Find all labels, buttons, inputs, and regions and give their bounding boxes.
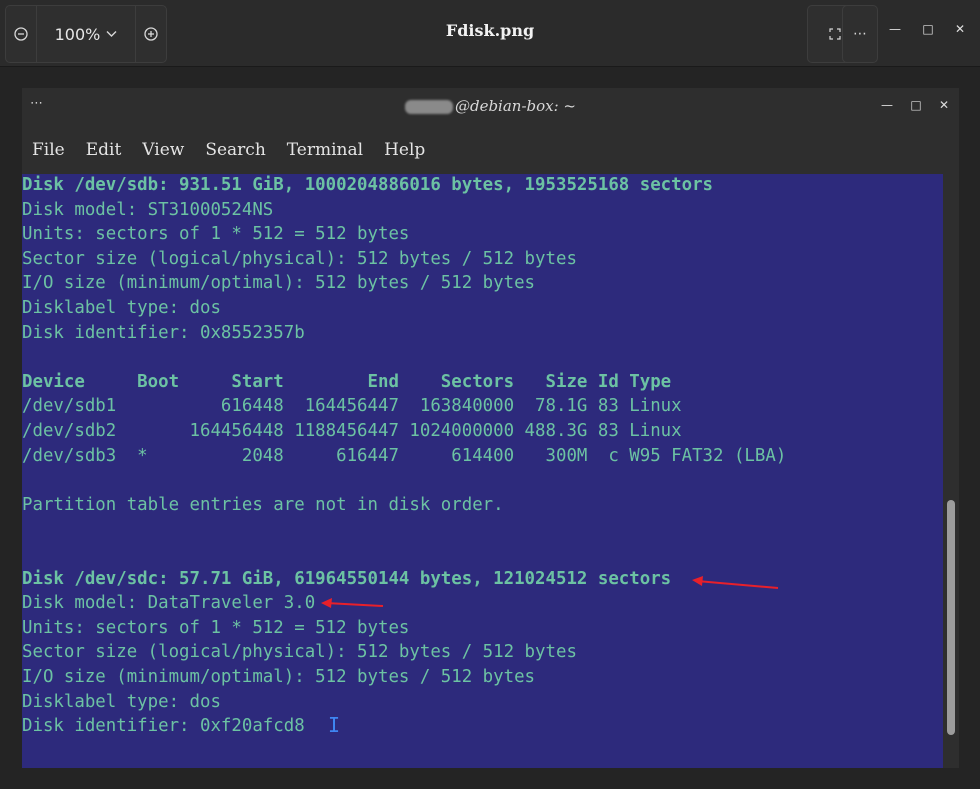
terminal-output: Disk /dev/sdb: 931.51 GiB, 1000204886016… [22, 174, 943, 768]
terminal-scrollbar-thumb [947, 500, 955, 735]
terminal-line: Disklabel type: dos [22, 691, 221, 712]
terminal-maximize-icon: □ [910, 98, 922, 112]
terminal-line: Disk identifier: 0x8552357b [22, 322, 305, 343]
redacted-username [404, 100, 453, 114]
viewer-header-bar: 100% Fdisk.png ⋯ — □ ✕ [0, 0, 980, 67]
terminal-line: Sector size (logical/physical): 512 byte… [22, 248, 577, 269]
terminal-line: Disk model: ST31000524NS [22, 199, 274, 220]
terminal-title-text: @debian-box: ~ [454, 97, 577, 115]
terminal-line: Units: sectors of 1 * 512 = 512 bytes [22, 224, 410, 245]
terminal-line: Units: sectors of 1 * 512 = 512 bytes [22, 617, 410, 638]
menu-help: Help [384, 140, 426, 160]
menu-file: File [32, 140, 65, 160]
maximize-button[interactable]: □ [918, 22, 938, 36]
terminal-line: /dev/sdb2 164456448 1188456447 102400000… [22, 421, 682, 441]
terminal-minimize-icon: — [881, 98, 893, 112]
close-button[interactable]: ✕ [950, 22, 970, 36]
menu-terminal: Terminal [286, 140, 364, 160]
terminal-line: Disk model: DataTraveler 3.0 [22, 593, 316, 614]
terminal-line: Partition table entries are not in disk … [22, 494, 504, 515]
terminal-line: Disk identifier: 0xf20afcd8 [22, 716, 305, 737]
terminal-line: I/O size (minimum/optimal): 512 bytes / … [22, 273, 536, 294]
minimize-button[interactable]: — [885, 22, 905, 36]
close-icon: ✕ [954, 22, 966, 36]
terminal-line: Sector size (logical/physical): 512 byte… [22, 642, 577, 663]
text-cursor-ibeam-icon: I [328, 713, 341, 737]
terminal-close-icon: ✕ [938, 98, 950, 112]
terminal-line: /dev/sdb1 616448 164456447 163840000 78.… [22, 396, 682, 417]
terminal-line: /dev/sdb3 * 2048 616447 614400 300M c W9… [22, 445, 787, 466]
menu-view: View [142, 140, 185, 160]
terminal-line: I/O size (minimum/optimal): 512 bytes / … [22, 667, 536, 687]
more-options-button[interactable]: ⋯ [842, 5, 878, 63]
menu-edit: Edit [85, 140, 122, 160]
fullscreen-icon [829, 28, 841, 40]
terminal-menubar: File Edit View Search Terminal Help [22, 126, 959, 174]
minimize-icon: — [889, 22, 901, 36]
maximize-icon: □ [922, 22, 934, 36]
terminal-title: @debian-box: ~ [22, 97, 959, 115]
terminal-titlebar: ⋯ @debian-box: ~ — □ ✕ [22, 88, 959, 126]
terminal-screenshot-image: ⋯ @debian-box: ~ — □ ✕ File Edit View Se… [22, 88, 959, 768]
more-options-icon: ⋯ [853, 26, 867, 42]
terminal-line: Disk /dev/sdc: 57.71 GiB, 61964550144 by… [22, 568, 672, 589]
terminal-line: Disk /dev/sdb: 931.51 GiB, 1000204886016… [22, 175, 714, 195]
menu-search: Search [205, 140, 266, 160]
terminal-line: Device Boot Start End Sectors Size Id Ty… [22, 371, 672, 392]
terminal-scrollbar [943, 174, 959, 768]
terminal-line: Disklabel type: dos [22, 298, 221, 318]
